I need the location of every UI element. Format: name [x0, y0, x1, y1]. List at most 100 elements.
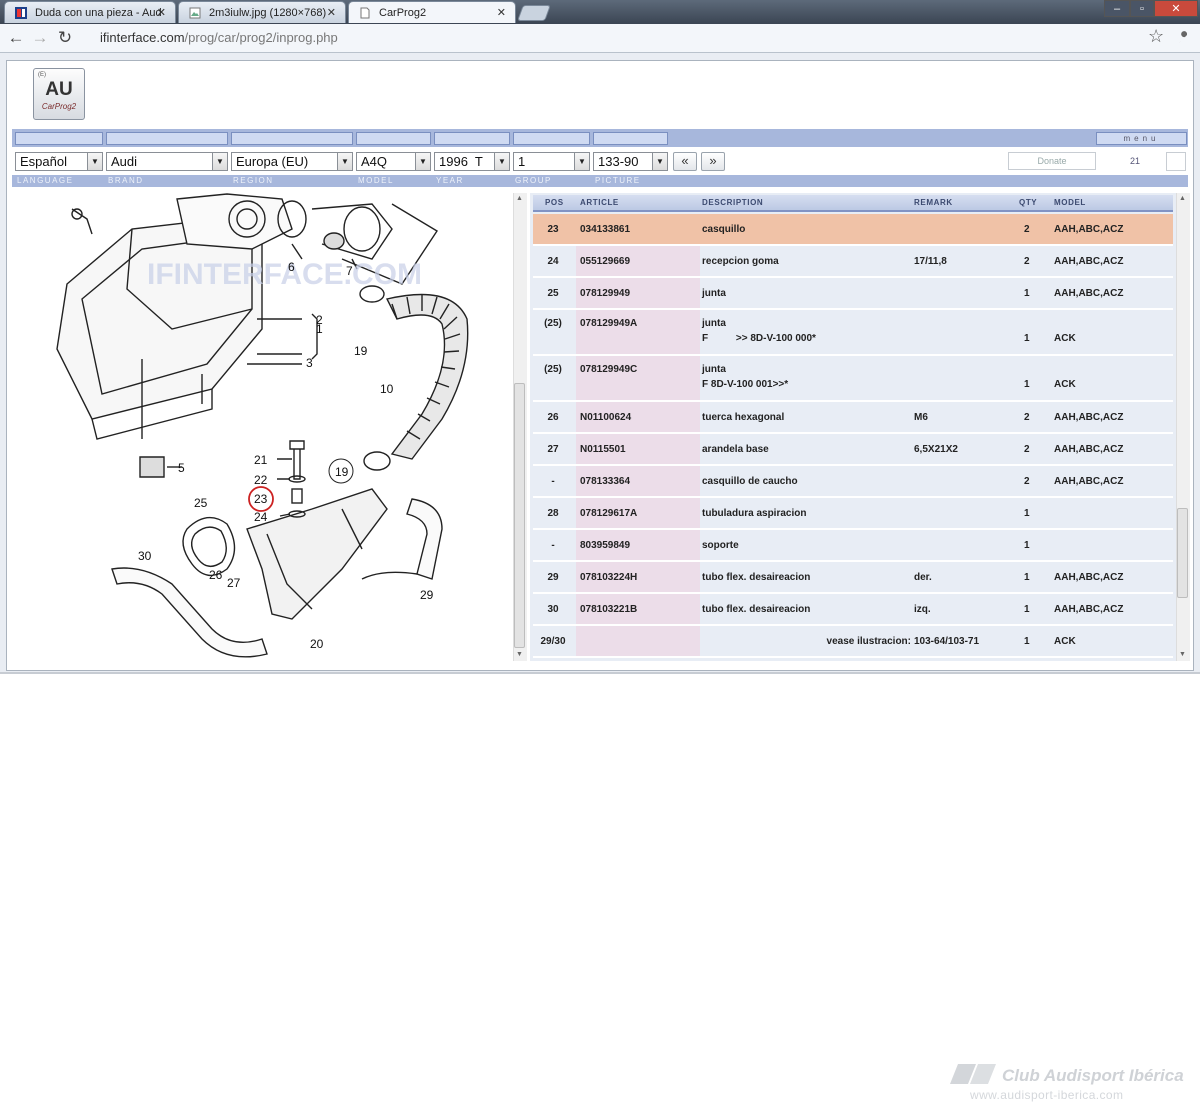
prev-picture-button[interactable]: «	[673, 152, 697, 171]
scroll-down-icon[interactable]: ▼	[1179, 651, 1186, 658]
close-tab-icon[interactable]: ✕	[157, 6, 166, 19]
tab-image[interactable]: 2m3iulw.jpg (1280×768) ✕	[178, 1, 346, 23]
minimize-icon[interactable]: –	[1104, 0, 1130, 17]
scroll-up-icon[interactable]: ▲	[1179, 195, 1186, 202]
cell-pos: 30	[547, 604, 559, 615]
menu-button[interactable]: menu	[1096, 132, 1187, 145]
close-window-icon[interactable]: ✕	[1154, 0, 1198, 17]
cell-pos: 29/30	[540, 636, 566, 647]
dropdown-arrow-icon: ▼	[652, 153, 667, 170]
reload-icon[interactable]: ↻	[55, 28, 75, 48]
callout-25: 25	[194, 496, 208, 510]
cell-article: 078129949A	[580, 318, 638, 329]
maximize-icon[interactable]: ▫	[1130, 0, 1154, 17]
article-column-bg	[576, 310, 700, 354]
table-row[interactable]: - 078133364 casquillo de caucho 2 AAH,ABC,AC…	[533, 466, 1173, 498]
label-model: MODEL	[358, 176, 394, 185]
table-scroll-thumb[interactable]	[1177, 508, 1188, 598]
model-select[interactable]: A4Q ▼	[356, 152, 431, 171]
table-row[interactable]: 28 078129617A tubuladura aspiracion 1	[533, 498, 1173, 530]
cell-description: arandela base	[702, 444, 769, 455]
label-region: REGION	[233, 176, 274, 185]
brand-select[interactable]: Audi ▼	[106, 152, 228, 171]
input-box[interactable]	[1166, 152, 1186, 171]
header-qty: QTY	[1019, 198, 1038, 207]
cell-pos: 28	[547, 508, 559, 519]
wrench-menu-icon[interactable]	[1176, 30, 1192, 46]
group-select[interactable]: 1 ▼	[513, 152, 590, 171]
cell-model: AAH,ABC,ACZ	[1054, 412, 1124, 423]
new-tab-button[interactable]	[517, 5, 551, 21]
table-row[interactable]: 29/30 1 ACK vease ilustracion: 103-64/103-71	[533, 626, 1173, 658]
cell-pos: 27	[547, 444, 559, 455]
cell-article: 078129949	[580, 288, 631, 299]
table-row[interactable]: 25 078129949 junta 1 AAH,ABC,ACZ	[533, 278, 1173, 310]
cell-pos: 23	[547, 224, 559, 235]
picture-select[interactable]: 133-90 ▼	[593, 152, 668, 171]
table-row[interactable]: 26 N01100624 tuerca hexagonal M6 2 AAH,ABC,AC…	[533, 402, 1173, 434]
tab-title: CarProg2	[379, 7, 427, 19]
donate-button[interactable]: Donate	[1008, 152, 1096, 170]
tab-duda[interactable]: Duda con una pieza - Aud ✕	[4, 1, 176, 23]
close-tab-icon[interactable]: ✕	[327, 6, 336, 19]
callout-22: 22	[254, 473, 268, 487]
table-row[interactable]: 30 078103221B tubo flex. desaireacion izq. 1…	[533, 594, 1173, 626]
cell-article: 078129949C	[580, 364, 638, 375]
callout-26: 26	[209, 568, 223, 582]
cell-pos: 29	[547, 572, 559, 583]
address-bar[interactable]: ifinterface.com/prog/car/prog2/inprog.ph…	[100, 28, 1100, 48]
table-row[interactable]: (25) 078129949A junta F >> 8D-V-100 000* 1 AC…	[533, 310, 1173, 356]
diagram-scroll-thumb[interactable]	[514, 383, 525, 648]
region-select[interactable]: Europa (EU) ▼	[231, 152, 353, 171]
cell-model: ACK	[1054, 333, 1076, 344]
label-picture: PICTURE	[595, 176, 641, 185]
tab-carprog2[interactable]: CarProg2 ✕	[348, 1, 516, 23]
cell-article: 078103221B	[580, 604, 638, 615]
scroll-up-icon[interactable]: ▲	[516, 195, 523, 202]
article-column-bg	[576, 626, 700, 656]
language-select[interactable]: Español ▼	[15, 152, 103, 171]
cell-note: vease ilustracion:	[826, 636, 911, 647]
callout-23: 23	[254, 492, 268, 506]
header-article: ARTICLE	[580, 198, 619, 207]
cell-model: AAH,ABC,ACZ	[1054, 288, 1124, 299]
watermark-url: www.audisport-iberica.com	[970, 1088, 1124, 1102]
model-value: A4Q	[361, 154, 388, 169]
label-group: GROUP	[515, 176, 552, 185]
table-row[interactable]: - 803959849 soporte 1	[533, 530, 1173, 562]
table-row[interactable]: 27 N0115501 arandela base 6,5X21X2 2 AAH,ABC,…	[533, 434, 1173, 466]
forward-icon[interactable]: →	[30, 28, 50, 48]
dropdown-arrow-icon: ▼	[574, 153, 589, 170]
next-picture-button[interactable]: »	[701, 152, 725, 171]
table-row[interactable]: 23 034133861 casquillo 2 AAH,ABC,ACZ	[533, 214, 1173, 246]
cell-article: 034133861	[580, 224, 631, 235]
table-row[interactable]: 24 055129669 recepcion goma 17/11,8 2 AAH,ABC…	[533, 246, 1173, 278]
cell-pos: (25)	[544, 318, 562, 329]
cell-pos: 26	[547, 412, 559, 423]
table-row[interactable]: (25) 078129949C junta F 8D-V-100 001>>* 1 ACK	[533, 356, 1173, 402]
watermark-title: Club Audisport Ibérica	[1002, 1066, 1184, 1085]
cell-description: recepcion goma	[702, 256, 779, 267]
region-value: Europa (EU)	[236, 154, 309, 169]
header-box-group	[513, 132, 590, 145]
table-row[interactable]: 29 078103224H tubo flex. desaireacion der. 1…	[533, 562, 1173, 594]
bookmark-star-icon[interactable]: ☆	[1148, 26, 1164, 47]
cell-article: 803959849	[580, 540, 631, 551]
header-description: DESCRIPTION	[702, 198, 764, 207]
tab-title: Duda con una pieza - Aud	[35, 7, 162, 19]
cell-qty: 2	[1024, 412, 1030, 423]
cell-article: 078129617A	[580, 508, 638, 519]
cell-description: tubo flex. desaireacion	[702, 604, 811, 615]
scroll-down-icon[interactable]: ▼	[516, 651, 523, 658]
back-icon[interactable]: ←	[6, 28, 26, 48]
audisport-logo-icon	[950, 1064, 996, 1084]
cell-model: AAH,ABC,ACZ	[1054, 476, 1124, 487]
header-box-year	[434, 132, 510, 145]
cell-remark: izq.	[914, 604, 931, 615]
parts-diagram[interactable]: IFINTERFACE.COM 1 2 3 5 6 7 10 19 19 20 …	[12, 189, 512, 669]
callout-3: 3	[306, 356, 313, 370]
cell-qty: 1	[1024, 379, 1030, 390]
year-select[interactable]: 1996 T ▼	[434, 152, 510, 171]
close-tab-icon[interactable]: ✕	[497, 6, 506, 19]
cell-article: N01100624	[580, 412, 632, 423]
